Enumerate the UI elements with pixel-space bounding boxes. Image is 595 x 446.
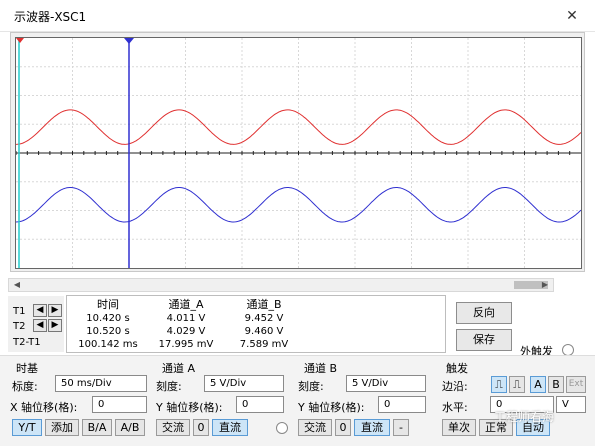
- channel-b-scale-label: 刻度:: [298, 380, 324, 393]
- cursor-t2-marker: [124, 38, 134, 44]
- time-header: 时间: [97, 298, 119, 311]
- mode-add-button[interactable]: 添加: [45, 419, 79, 436]
- scope-plot-area: [15, 37, 582, 269]
- channel-b-minus-button[interactable]: -: [393, 419, 409, 436]
- t1-b: 9.452 V: [244, 313, 284, 324]
- channel-a-ypos-field[interactable]: 0: [236, 396, 284, 413]
- t1-right-arrow-icon[interactable]: ▶: [48, 304, 62, 317]
- channel-a-scale-field[interactable]: 5 V/Div: [204, 375, 284, 392]
- timebase-title: 时基: [16, 362, 38, 375]
- t2-right-arrow-icon[interactable]: ▶: [48, 319, 62, 332]
- t1-left-arrow-icon[interactable]: ◀: [33, 304, 47, 317]
- channel-b-zero-button[interactable]: 0: [335, 419, 351, 436]
- trigger-unit-field[interactable]: V: [556, 396, 586, 413]
- t2-label: T2: [13, 321, 26, 332]
- x-position-field[interactable]: 0: [92, 396, 147, 413]
- channel-a-ypos-label: Y 轴位移(格):: [156, 401, 223, 414]
- t2-a: 4.029 V: [166, 326, 206, 337]
- x-position-label: X 轴位移(格):: [10, 401, 78, 414]
- save-button[interactable]: 保存: [456, 329, 512, 351]
- channel-a-title: 通道 A: [162, 362, 196, 375]
- channel-a-dc-button[interactable]: 直流: [212, 419, 248, 436]
- channel-b-ypos-field[interactable]: 0: [378, 396, 426, 413]
- table-row: 100.142 ms 17.995 mV 7.589 mV: [69, 338, 303, 351]
- t1-a: 4.011 V: [166, 313, 206, 324]
- channel-b-ypos-label: Y 轴位移(格):: [298, 401, 365, 414]
- mode-ab-button[interactable]: A/B: [115, 419, 145, 436]
- channel-b-scale-field[interactable]: 5 V/Div: [346, 375, 426, 392]
- dt-time: 100.142 ms: [78, 339, 138, 350]
- table-row: 10.520 s 4.029 V 9.460 V: [69, 325, 303, 338]
- title-bar: 示波器-XSC1 ✕: [0, 0, 595, 32]
- table-row: 10.420 s 4.011 V 9.452 V: [69, 312, 303, 325]
- single-button[interactable]: 单次: [442, 419, 476, 436]
- falling-edge-icon[interactable]: ⎍: [509, 376, 525, 393]
- cursor-panel: T1 ◀ ▶ T2 ◀ ▶ T2-T1: [8, 296, 64, 352]
- trigger-level-label: 水平:: [442, 401, 468, 414]
- rising-edge-icon[interactable]: ⎍: [491, 376, 507, 393]
- channel-a-scale-label: 刻度:: [156, 380, 182, 393]
- t1-time: 10.420 s: [86, 313, 130, 324]
- t2-b: 9.460 V: [244, 326, 284, 337]
- cursor-t1-marker: [16, 38, 24, 43]
- watermark: 工程师看海: [494, 410, 555, 424]
- horizontal-scrollbar[interactable]: ◀ ▶: [8, 278, 554, 292]
- channel-a-ac-button[interactable]: 交流: [156, 419, 190, 436]
- t2-time: 10.520 s: [86, 326, 130, 337]
- scroll-right-icon[interactable]: ▶: [537, 279, 553, 291]
- channel-b-ac-button[interactable]: 交流: [298, 419, 332, 436]
- channel-b-trace: [15, 187, 582, 223]
- t2-left-arrow-icon[interactable]: ◀: [33, 319, 47, 332]
- trigger-edge-label: 边沿:: [442, 380, 468, 393]
- waveform-chart: [15, 38, 582, 268]
- control-panel: 时基 标度: 50 ms/Div X 轴位移(格): 0 Y/T 添加 B/A …: [0, 355, 595, 446]
- mode-yt-button[interactable]: Y/T: [12, 419, 42, 436]
- window-title: 示波器-XSC1: [14, 10, 87, 24]
- reverse-button[interactable]: 反向: [456, 302, 512, 324]
- channel-b-header: 通道_B: [246, 298, 282, 311]
- trigger-title: 触发: [446, 362, 468, 375]
- mode-ba-button[interactable]: B/A: [82, 419, 112, 436]
- trigger-ext-button[interactable]: Ext: [566, 376, 586, 393]
- oscilloscope-display: [10, 32, 585, 272]
- channel-a-header: 通道_A: [168, 298, 204, 311]
- dt-b: 7.589 mV: [239, 339, 289, 350]
- t1-label: T1: [13, 306, 26, 317]
- trigger-a-button[interactable]: A: [530, 376, 546, 393]
- dt-a: 17.995 mV: [158, 339, 214, 350]
- close-icon[interactable]: ✕: [558, 3, 586, 29]
- timebase-scale-field[interactable]: 50 ms/Div: [55, 375, 147, 392]
- timebase-scale-label: 标度:: [12, 380, 38, 393]
- channel-a-zero-button[interactable]: 0: [193, 419, 209, 436]
- trigger-b-button[interactable]: B: [548, 376, 564, 393]
- measurement-readout: 时间 通道_A 通道_B 10.420 s 4.011 V 9.452 V 10…: [66, 295, 446, 353]
- channel-b-title: 通道 B: [304, 362, 338, 375]
- channel-a-radio[interactable]: [276, 422, 288, 434]
- scroll-left-icon[interactable]: ◀: [9, 279, 25, 291]
- t2-t1-label: T2-T1: [13, 337, 41, 348]
- channel-b-dc-button[interactable]: 直流: [354, 419, 390, 436]
